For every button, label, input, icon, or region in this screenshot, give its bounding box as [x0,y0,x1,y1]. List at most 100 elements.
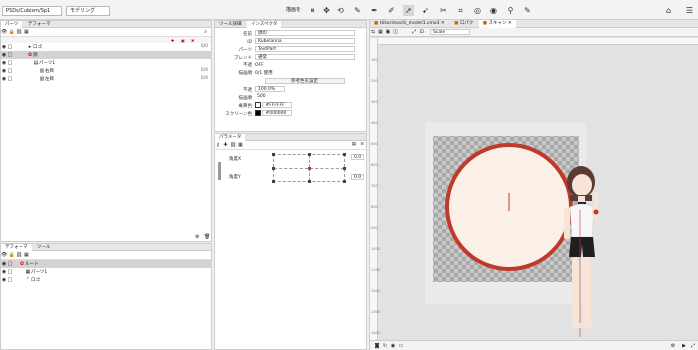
expand-icon[interactable]: ⤢ [690,343,696,349]
tab-model-file[interactable]: ■ Hikarimochi_model1.cmo3 ✕ [370,20,449,28]
menu-icon[interactable]: ≡ [360,141,364,149]
key-point[interactable] [272,167,275,170]
scale-select[interactable]: Scale [430,28,471,35]
multiply-color-swatch[interactable] [255,102,261,108]
tab-lip-sync[interactable]: ■ 口パク [450,20,477,28]
trash-icon[interactable]: 🗑 [204,234,210,240]
reference-color-button[interactable]: 参考色を設定 [264,78,345,84]
project-select[interactable]: PSDs/Cubism/Sp1 [2,6,62,16]
rotate-icon[interactable]: ⟲ [335,5,346,16]
layout-icon[interactable]: ▤ [352,141,356,149]
checkbox-icon[interactable]: □ [7,51,13,59]
link-icon[interactable]: ⛓ [16,28,22,36]
param-value-field[interactable]: 0.0 [351,154,364,160]
tab-tool-details[interactable]: ツール詳細 [215,21,246,28]
tab-deformer-bottom[interactable]: デフォーマ [1,244,32,251]
target-icon[interactable]: ◎ [472,5,483,16]
eye-toggle-icon[interactable]: 👁 [1,28,7,36]
list-item[interactable]: ◉□ ▸ ロゴ 0/0 [1,43,211,51]
camera-icon[interactable]: ◙ [374,343,380,349]
brush-icon[interactable]: ✐ [386,5,397,16]
checkbox-icon[interactable]: □ [7,260,13,268]
key-point[interactable] [272,180,275,183]
checkbox-icon[interactable]: □ [7,276,13,284]
tool-select-label[interactable]: 描画をほかにも [283,6,301,16]
move-arrow-icon[interactable]: ➹ [420,5,431,16]
current-key-point[interactable] [308,167,311,170]
flip-icon[interactable]: ⇆ [370,28,376,36]
menu-icon[interactable]: ☰ [684,5,695,16]
key-point[interactable] [343,167,346,170]
key-point[interactable] [308,153,311,156]
tab-parameters[interactable]: パラメータ [215,134,246,141]
record-icon[interactable]: ◉ [390,343,396,349]
select-arrow-icon[interactable]: ➚ [403,5,414,16]
wand-icon[interactable]: ✎ [352,5,363,16]
name-field[interactable]: 顔の [255,30,355,36]
filter-icon[interactable]: ▦ [23,28,29,36]
blend-select[interactable]: 通常 [255,54,355,60]
key-point[interactable] [343,180,346,183]
camera-icon[interactable]: ◫ [392,28,398,36]
parameter-grid[interactable] [272,153,346,183]
part-select[interactable]: TextPart [255,46,355,52]
screen-color-swatch[interactable] [255,110,261,116]
key-icon[interactable]: ⚷ [215,141,221,149]
transform-icon[interactable]: ✥ [321,5,332,16]
canvas-viewport[interactable] [378,45,698,340]
home-icon[interactable]: ⌂ [663,5,674,16]
grid-icon[interactable]: ▦ [377,28,383,36]
eye-toggle-icon[interactable]: 👁 [1,251,7,259]
tab-parts[interactable]: パーツ [1,21,23,28]
key-point[interactable] [272,153,275,156]
pause-icon[interactable]: ⏸ [307,5,318,16]
mesh-icon[interactable]: ⌗ [455,5,466,16]
lock-icon[interactable]: 🔒 [8,28,14,36]
opacity-toggle[interactable]: OFF [255,63,264,68]
panel-handle[interactable] [218,162,221,180]
tab-scan[interactable]: ■ スキャン ✕ [478,20,516,28]
id-field[interactable]: Kubelanna [255,38,355,44]
zoom-icon[interactable]: ⊡ [419,28,425,36]
filter-icon[interactable]: ▦ [23,251,29,259]
lock-icon[interactable]: 🔒 [8,251,14,259]
screen-color-field[interactable]: #000000 [262,110,293,116]
play-icon[interactable]: ▶ [681,343,687,349]
tab-inspector[interactable]: インスペクタ [246,21,282,28]
refresh-icon[interactable]: ↻ [382,343,388,349]
mode-select[interactable]: モデリング [66,6,110,16]
checkbox-icon[interactable]: □ [7,75,13,83]
fit-icon[interactable]: ⤢ [411,28,417,36]
opacity-field[interactable]: 100.0% [255,86,285,92]
glue-icon[interactable]: ✎ [522,5,533,16]
monitor-icon[interactable]: ▭ [398,343,404,349]
add-key-icon[interactable]: ✚ [222,141,228,149]
checkbox-icon[interactable]: □ [7,67,13,75]
eye-icon[interactable]: ◉ [488,5,499,16]
list-item[interactable]: ◉□ ▥左目 0/4 [1,75,211,83]
tab-deformer[interactable]: デフォーマ [24,21,55,28]
multiply-color-field[interactable]: #FFFFFF [262,102,293,108]
checkbox-icon[interactable]: □ [7,43,13,51]
lasso-icon[interactable]: ✂ [438,5,449,16]
checkbox-icon[interactable]: □ [7,59,13,67]
tab-tool[interactable]: ツール [33,244,55,251]
key-point[interactable] [308,180,311,183]
guide-icon[interactable]: ▣ [385,28,391,36]
pen-icon[interactable]: ✒ [369,5,380,16]
pin-icon[interactable]: ⚲ [505,5,516,16]
key-point[interactable] [343,153,346,156]
list-item[interactable]: ◉□ ▤パーツ1 [1,59,211,67]
search-icon[interactable]: ⌕ [204,28,207,36]
list-item[interactable]: ◉□ ⌜ ロゴ [1,276,211,284]
list-item[interactable]: ◉□ ▦パーツ1 [1,268,211,276]
link-icon[interactable]: ⛓ [16,251,22,259]
grid-icon[interactable]: ▦ [237,141,243,149]
param-value-field[interactable]: 0.0 [351,174,364,180]
settings-icon[interactable]: ⚙ [195,234,199,240]
list-item[interactable]: ◉□ ✿顔 [1,51,211,59]
link-icon[interactable]: ⛓ [230,141,236,149]
checkbox-icon[interactable]: □ [7,268,13,276]
settings-icon[interactable]: ⚙ [670,343,676,349]
list-item[interactable]: ◉□ ▥右目 0/4 [1,67,211,75]
